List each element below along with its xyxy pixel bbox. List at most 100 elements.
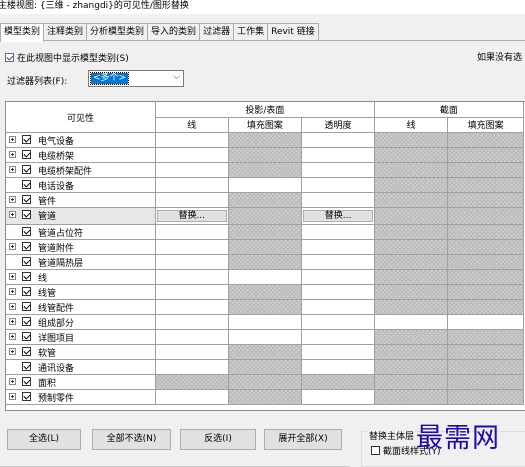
tab-imported-categories[interactable]: 导入的类别 [147,23,201,41]
lines-cell[interactable] [154,177,229,193]
expand-plus-icon[interactable] [9,288,16,295]
select-none-button[interactable]: 全部不选(N) [92,429,171,450]
tab-worksets[interactable]: 工作集 [233,23,269,41]
override-lines-button[interactable]: 替换... [156,210,227,222]
transparency-cell[interactable] [301,239,375,255]
category-visible-checkbox[interactable] [22,135,31,144]
expand-plus-icon[interactable] [9,136,16,143]
fill-pattern-cell[interactable] [227,314,303,330]
lines-cell[interactable] [154,389,229,405]
lines-cell[interactable] [154,314,229,330]
expand-plus-icon[interactable] [9,348,16,355]
table-row[interactable]: 线管配件 [6,299,524,315]
lines-cell[interactable] [154,299,229,315]
fill-pattern-cell[interactable] [227,269,303,285]
category-name-cell[interactable]: 电气设备 [6,132,156,148]
lines-cell[interactable] [154,254,229,270]
tab-analytical-model-categories[interactable]: 分析模型类别 [86,23,149,41]
category-name-cell[interactable]: 详图项目 [6,329,156,345]
expand-plus-icon[interactable] [9,196,16,203]
cut-fill-pattern-cell[interactable] [447,314,524,330]
expand-plus-icon[interactable] [9,243,16,250]
show-model-categories[interactable]: 在此视图中显示模型类别(S) [5,51,129,64]
table-row[interactable]: 组成部分 [6,314,524,330]
tab-model-categories[interactable]: 模型类别 [0,23,45,42]
override-transparency-button[interactable]: 替换... [303,210,373,222]
chevron-down-icon[interactable]: ⌵ [173,72,180,82]
transparency-cell[interactable] [301,299,375,315]
lines-cell[interactable] [154,192,229,208]
table-row[interactable]: 通讯设备 [6,359,524,375]
lines-cell[interactable] [154,132,229,148]
category-name-cell[interactable]: 组成部分 [6,314,156,330]
expand-all-button[interactable]: 展开全部(X) [264,429,342,450]
tab-revit-links[interactable]: Revit 链接 [267,23,319,41]
cut-line-styles-checkbox[interactable] [371,446,380,455]
table-row[interactable]: 软管 [6,344,524,360]
category-name-cell[interactable]: 软管 [6,344,156,360]
transparency-cell[interactable] [301,389,375,405]
category-visible-checkbox[interactable] [22,150,31,159]
lines-cell[interactable] [154,344,229,360]
category-name-cell[interactable]: 电缆桥架配件 [6,162,156,178]
transparency-cell[interactable] [301,269,375,285]
transparency-cell[interactable] [301,254,375,270]
lines-cell[interactable] [154,329,229,345]
expand-plus-icon[interactable] [9,303,16,310]
transparency-cell[interactable] [301,177,375,193]
fill-pattern-cell[interactable] [227,177,303,193]
expand-plus-icon[interactable] [9,151,16,158]
category-name-cell[interactable]: 管道附件 [6,239,156,255]
select-all-button[interactable]: 全选(L) [7,429,81,450]
table-row[interactable]: 线 [6,269,524,285]
transparency-cell[interactable] [301,147,375,163]
category-name-cell[interactable]: 面积 [6,374,156,390]
category-name-cell[interactable]: 管道 [6,207,156,225]
category-name-cell[interactable]: 线 [6,269,156,285]
lines-cell[interactable] [154,224,229,240]
category-name-cell[interactable]: 通讯设备 [6,359,156,375]
table-row[interactable]: 管道占位符 [6,224,524,240]
table-row[interactable]: 面积 [6,374,524,390]
table-row[interactable]: 管道隔热层 [6,254,524,270]
category-name-cell[interactable]: 线管配件 [6,299,156,315]
category-visible-checkbox[interactable] [22,317,31,326]
expand-plus-icon[interactable] [9,166,16,173]
category-name-cell[interactable]: 管道占位符 [6,224,156,240]
category-visible-checkbox[interactable] [22,257,31,266]
category-visible-checkbox[interactable] [22,210,31,219]
category-visible-checkbox[interactable] [22,362,31,371]
category-visible-checkbox[interactable] [22,377,31,386]
category-name-cell[interactable]: 电话设备 [6,177,156,193]
expand-plus-icon[interactable] [9,318,16,325]
category-visible-checkbox[interactable] [22,332,31,341]
category-name-cell[interactable]: 管道隔热层 [6,254,156,270]
transparency-cell[interactable] [301,224,375,240]
expand-plus-icon[interactable] [9,211,16,218]
tab-filters[interactable]: 过滤器 [199,23,235,41]
category-visible-checkbox[interactable] [22,392,31,401]
category-visible-checkbox[interactable] [22,347,31,356]
transparency-cell[interactable]: 替换... [301,207,375,225]
transparency-cell[interactable] [301,314,375,330]
lines-cell[interactable] [154,162,229,178]
expand-plus-icon[interactable] [9,378,16,385]
lines-cell[interactable] [154,269,229,285]
category-visible-checkbox[interactable] [22,242,31,251]
transparency-cell[interactable] [301,162,375,178]
expand-plus-icon[interactable] [9,273,16,280]
category-visible-checkbox[interactable] [22,180,31,189]
category-name-cell[interactable]: 电缆桥架 [6,147,156,163]
table-row[interactable]: 详图项目 [6,329,524,345]
transparency-cell[interactable] [301,344,375,360]
fill-pattern-cell[interactable] [227,329,303,345]
lines-cell[interactable]: 替换... [154,207,229,225]
expand-plus-icon[interactable] [9,333,16,340]
table-row[interactable]: 管件 [6,192,524,208]
category-visible-checkbox[interactable] [22,272,31,281]
table-row[interactable]: 电缆桥架配件 [6,162,524,178]
invert-selection-button[interactable]: 反选(I) [180,429,256,450]
cut-lines-cell[interactable] [373,314,449,330]
transparency-cell[interactable] [301,359,375,375]
expand-plus-icon[interactable] [9,393,16,400]
